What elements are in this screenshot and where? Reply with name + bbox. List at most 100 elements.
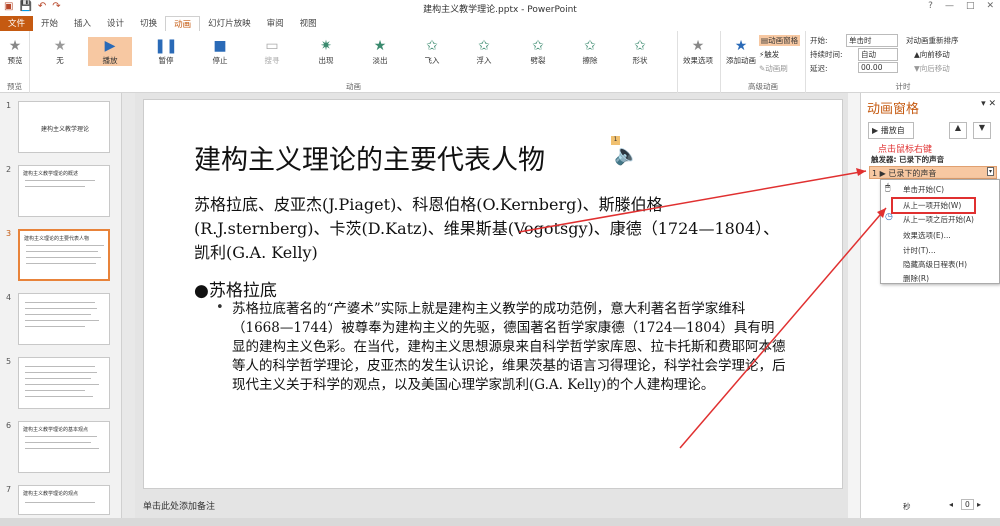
sound-icon[interactable]: 🔈: [614, 142, 639, 166]
slide-title[interactable]: 建构主义理论的主要代表人物: [194, 138, 545, 177]
split-star-icon: ✩: [532, 38, 544, 54]
maximize-icon[interactable]: □: [966, 1, 975, 11]
tab-slideshow[interactable]: 幻灯片放映: [200, 16, 259, 31]
menu-item-remove[interactable]: 删除(R): [903, 273, 929, 284]
tab-design[interactable]: 设计: [99, 16, 132, 31]
star-outline-icon: ★: [53, 38, 67, 54]
effect-fade[interactable]: ★ 淡出: [358, 37, 402, 66]
trigger-label: 触发器: 已录下的声音: [871, 155, 945, 164]
minimize-icon[interactable]: —: [945, 1, 954, 11]
menu-item-with-previous[interactable]: 从上一项开始(W): [891, 197, 976, 214]
notes-area[interactable]: 单击此处添加备注: [143, 496, 843, 516]
sub-bullet-dot: •: [216, 300, 224, 315]
slide-thumbnail-4[interactable]: [18, 293, 110, 345]
menu-item-hide-timeline[interactable]: 隐藏高级日程表(H): [903, 259, 967, 270]
slide-sub-bullet[interactable]: 苏格拉底著名的“产婆术”实际上就是建构主义教学的成功范例，意大利著名哲学家维科（…: [232, 300, 787, 395]
play-small-icon: ▶: [879, 169, 886, 178]
effect-appear[interactable]: ✷ 出现: [304, 37, 348, 66]
play-icon: ▶: [104, 38, 116, 54]
effect-float-in[interactable]: ✩ 浮入: [462, 37, 506, 66]
move-down-button[interactable]: ▼: [973, 122, 991, 139]
animation-pane-title: 动画窗格: [867, 102, 920, 117]
effect-options-button[interactable]: ★ 效果选项: [678, 37, 718, 66]
status-bar: [0, 518, 1000, 526]
slide-thumbnail-6[interactable]: 建构主义教学理论的基本观点: [18, 421, 110, 473]
advanced-animation-group: ★ 添加动画 ▤动画窗格 ⚡触发 ✎动画刷 高级动画: [720, 31, 806, 93]
animation-item[interactable]: 1 ▶ 已录下的声音 ▾: [869, 166, 997, 179]
preview-group-label: 预览: [7, 82, 22, 91]
seconds-value: 0: [961, 499, 974, 510]
current-slide[interactable]: 建构主义理论的主要代表人物 🔈 1 苏格拉底、皮亚杰(J.Piaget)、科恩伯…: [143, 99, 843, 489]
effect-none[interactable]: ★ 无: [38, 37, 82, 66]
context-menu: 🖱 单击开始(C) 从上一项开始(W) ◷ 从上一项之后开始(A) 效果选项(E…: [880, 179, 1000, 284]
tab-file[interactable]: 文件: [0, 16, 34, 31]
tab-animations[interactable]: 动画: [165, 16, 201, 31]
tab-review[interactable]: 审阅: [259, 16, 292, 31]
duration-input[interactable]: 自动: [858, 48, 898, 61]
effect-fly-in[interactable]: ✩ 飞入: [410, 37, 454, 66]
tab-view[interactable]: 视图: [292, 16, 325, 31]
slide-thumbnail-3[interactable]: 建构主义理论的主要代表人物: [18, 229, 110, 281]
slide-thumbnail-1[interactable]: 建构主义教学理论: [18, 101, 110, 153]
effect-seek[interactable]: ▭ 搜寻: [250, 37, 294, 66]
clock-icon: ◷: [885, 212, 893, 222]
slide-thumbnail-7[interactable]: 建构主义教学理论的观点: [18, 485, 110, 515]
menu-item-on-click[interactable]: 单击开始(C): [903, 184, 944, 195]
timing-group: 开始: 单击时 持续时间: 自动 延迟: 00.00 对动画重新排序 ▲向前移动…: [806, 31, 1000, 93]
play-from-button[interactable]: ▶ 播放自: [868, 122, 914, 139]
effect-pause[interactable]: ❚❚ 暂停: [144, 37, 188, 66]
delay-input[interactable]: 00.00: [858, 62, 898, 73]
seconds-right-icon[interactable]: ▸: [977, 500, 981, 509]
wipe-star-icon: ✩: [584, 38, 596, 54]
undo-icon[interactable]: ↶: [38, 1, 46, 12]
seconds-label: 秒: [903, 502, 911, 511]
slide-thumbnail-2[interactable]: 建构主义教学理论的概述: [18, 165, 110, 217]
seconds-left-icon[interactable]: ◂: [949, 500, 953, 509]
fade-star-icon: ★: [373, 38, 387, 54]
save-icon[interactable]: 💾: [19, 1, 31, 12]
dropdown-arrow-icon[interactable]: ▾: [986, 167, 994, 176]
animation-pane-button[interactable]: ▤动画窗格: [759, 35, 801, 46]
pane-close-icon[interactable]: ▾ ✕: [981, 99, 996, 109]
timing-group-label: 计时: [895, 82, 911, 91]
tab-insert[interactable]: 插入: [66, 16, 99, 31]
mouse-icon: 🖱: [885, 183, 891, 193]
menu-item-timing[interactable]: 计时(T)...: [903, 245, 936, 256]
effect-play[interactable]: ▶ 播放: [88, 37, 132, 66]
thumbnail-number: 2: [6, 165, 12, 174]
ribbon: ★ 预览 预览 ★ 无 ▶ 播放 ❚❚ 暂停 ■ 停止 ▭ 搜寻 ✷ 出现 ★ 淡出 ✩ 飞入 …: [0, 31, 1000, 93]
add-animation-button[interactable]: ★ 添加动画: [723, 37, 759, 66]
slide-body-text[interactable]: 苏格拉底、皮亚杰(J.Piaget)、科恩伯格(O.Kernberg)、斯滕伯格…: [194, 193, 784, 265]
effect-stop[interactable]: ■ 停止: [198, 37, 242, 66]
preview-button[interactable]: ★ 预览: [0, 37, 30, 66]
help-icon[interactable]: ?: [928, 1, 933, 11]
delay-label: 延迟:: [810, 64, 828, 73]
thumbnail-number: 6: [6, 421, 12, 430]
vertical-scrollbar[interactable]: [848, 93, 860, 518]
effect-wipe[interactable]: ✩ 擦除: [568, 37, 612, 66]
trigger-button[interactable]: ⚡触发: [759, 49, 779, 60]
animation-tag-icon: 1: [611, 136, 620, 145]
animation-group: ★ 无 ▶ 播放 ❚❚ 暂停 ■ 停止 ▭ 搜寻 ✷ 出现 ★ 淡出 ✩ 飞入 ✩ 浮入 ✩ 劈裂 …: [30, 31, 713, 93]
effect-split[interactable]: ✩ 劈裂: [516, 37, 560, 66]
menu-item-effect-options[interactable]: 效果选项(E)...: [903, 230, 951, 241]
animation-pane: 动画窗格 ▾ ✕ ▶ 播放自 ▲ ▼ 点击鼠标右键 触发器: 已录下的声音 1 …: [860, 93, 1000, 518]
thumbnail-number: 7: [6, 485, 12, 494]
preview-group: ★ 预览 预览: [0, 31, 30, 93]
tab-home[interactable]: 开始: [33, 16, 66, 31]
move-up-button[interactable]: ▲: [949, 122, 967, 139]
thumbnail-number: 3: [6, 229, 12, 238]
animation-painter-button[interactable]: ✎动画刷: [759, 63, 788, 74]
move-earlier-button[interactable]: ▲向前移动: [914, 49, 950, 60]
menu-item-after-previous[interactable]: 从上一项之后开始(A): [903, 214, 974, 225]
effect-shape[interactable]: ✩ 形状: [618, 37, 662, 66]
close-icon[interactable]: ✕: [986, 1, 994, 11]
bullet-heading[interactable]: ●苏格拉底: [194, 276, 277, 301]
fly-in-star-icon: ✩: [426, 38, 438, 54]
tab-transitions[interactable]: 切换: [132, 16, 165, 31]
animation-group-label: 动画: [346, 82, 361, 91]
slide-thumbnail-5[interactable]: [18, 357, 110, 409]
redo-icon[interactable]: ↷: [52, 1, 60, 12]
start-select[interactable]: 单击时: [846, 34, 898, 47]
move-later-button[interactable]: ▼向后移动: [914, 63, 950, 74]
